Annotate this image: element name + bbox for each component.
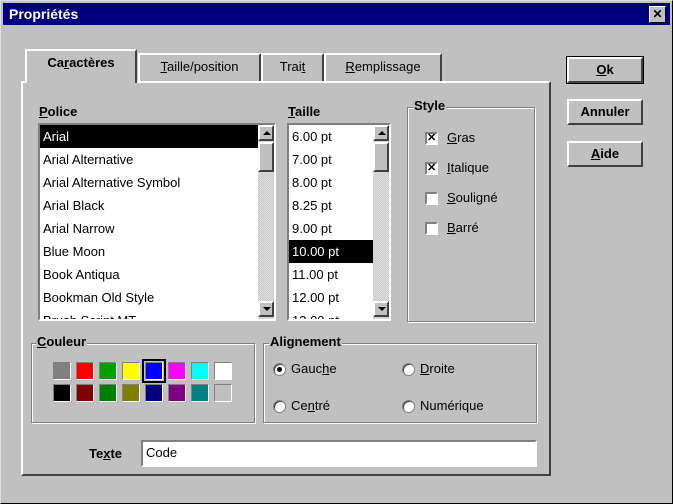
size-label: Taille (288, 104, 321, 119)
scroll-down-button[interactable] (258, 301, 274, 317)
list-item[interactable]: Arial (40, 125, 274, 148)
color-swatch[interactable] (168, 384, 186, 402)
bold-label[interactable]: Gras (447, 130, 475, 145)
list-item[interactable]: Arial Narrow (40, 217, 274, 240)
font-list-scrollbar[interactable] (258, 125, 274, 319)
color-swatch[interactable] (214, 384, 232, 402)
bold-checkbox[interactable]: ✕ (425, 132, 438, 145)
tab-remplissage[interactable]: Remplissage (324, 53, 442, 81)
close-button[interactable]: ✕ (649, 6, 666, 23)
list-item[interactable]: Arial Alternative Symbol (40, 171, 274, 194)
color-swatch[interactable] (191, 384, 209, 402)
color-swatch[interactable] (122, 384, 140, 402)
up-arrow-icon (263, 131, 271, 135)
align-left-radio[interactable] (273, 363, 286, 376)
radio-dot (277, 367, 282, 372)
align-group-title: Alignement (269, 334, 342, 349)
align-numeric-label[interactable]: Numérique (420, 398, 484, 413)
help-button[interactable]: Aide (567, 141, 643, 167)
color-swatch[interactable] (214, 362, 232, 380)
scroll-up-button[interactable] (258, 125, 274, 141)
strikethrough-checkbox[interactable] (425, 222, 438, 235)
align-left-label[interactable]: Gauche (291, 361, 337, 376)
text-label: Texte (89, 446, 123, 461)
color-swatch[interactable] (145, 384, 163, 402)
color-swatch[interactable] (99, 362, 117, 380)
down-arrow-icon (263, 307, 271, 311)
color-swatch[interactable] (99, 384, 117, 402)
cancel-button[interactable]: Annuler (567, 99, 643, 125)
color-swatch[interactable] (76, 384, 94, 402)
scroll-thumb[interactable] (373, 142, 389, 172)
close-icon: ✕ (652, 7, 663, 21)
align-right-radio[interactable] (402, 363, 415, 376)
font-list[interactable]: Arial Arial Alternative Arial Alternative … (38, 123, 276, 321)
list-item[interactable]: Arial Black (40, 194, 274, 217)
color-group-title: Couleur (36, 334, 88, 349)
scroll-down-button[interactable] (373, 301, 389, 317)
color-swatch[interactable] (191, 362, 209, 380)
align-numeric-radio[interactable] (402, 400, 415, 413)
color-swatch[interactable] (122, 362, 140, 380)
scroll-up-button[interactable] (373, 125, 389, 141)
font-label: Police (39, 104, 78, 119)
strikethrough-label[interactable]: Barré (447, 220, 479, 235)
italic-checkbox[interactable]: ✕ (425, 162, 438, 175)
list-item[interactable]: Book Antiqua (40, 263, 274, 286)
size-list-scrollbar[interactable] (373, 125, 389, 319)
window-title: Propriétés (9, 6, 79, 22)
underline-checkbox[interactable] (425, 192, 438, 205)
align-center-label[interactable]: Centré (291, 398, 330, 413)
color-swatch[interactable] (53, 384, 71, 402)
properties-dialog: Propriétés ✕ Caractères Taille/position … (0, 0, 673, 504)
list-item[interactable]: Brush Script MT (40, 309, 274, 319)
list-item[interactable]: Arial Alternative (40, 148, 274, 171)
align-center-radio[interactable] (273, 400, 286, 413)
text-input[interactable]: Code (141, 440, 537, 467)
list-item[interactable]: Bookman Old Style (40, 286, 274, 309)
color-group (31, 343, 255, 423)
color-swatch[interactable] (168, 362, 186, 380)
tab-taille-position[interactable]: Taille/position (138, 53, 261, 81)
italic-label[interactable]: Italique (447, 160, 489, 175)
up-arrow-icon (378, 131, 386, 135)
tab-caracteres[interactable]: Caractères (25, 49, 137, 83)
title-bar: Propriétés ✕ (3, 3, 670, 25)
scroll-thumb[interactable] (258, 142, 274, 172)
ok-button[interactable]: Ok (566, 56, 644, 84)
down-arrow-icon (378, 307, 386, 311)
color-swatch[interactable] (142, 359, 166, 383)
size-list[interactable]: 6.00 pt 7.00 pt 8.00 pt 8.25 pt 9.00 pt 10.00… (287, 123, 391, 321)
tab-trait[interactable]: Trait (261, 53, 324, 81)
color-swatch[interactable] (76, 362, 94, 380)
underline-label[interactable]: Souligné (447, 190, 498, 205)
style-group-title: Style (413, 98, 447, 113)
color-swatch[interactable] (53, 362, 71, 380)
list-item[interactable]: Blue Moon (40, 240, 274, 263)
align-right-label[interactable]: Droite (420, 361, 455, 376)
